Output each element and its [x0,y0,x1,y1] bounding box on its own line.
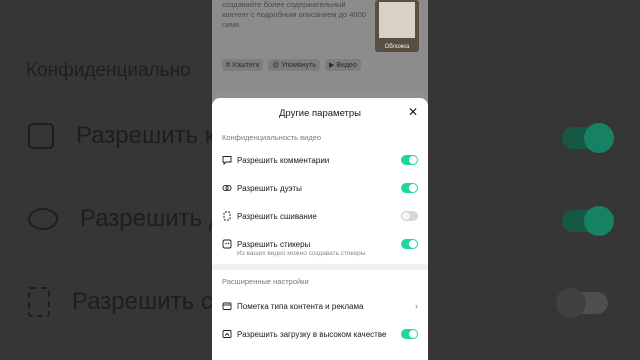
advanced-section-title: Расширенные настройки [222,276,309,286]
video-chip[interactable]: ▶ Видео [325,59,361,71]
content-disclosure-row[interactable]: Пометка типа контента и реклама › [212,292,428,320]
close-icon[interactable]: ✕ [407,106,419,118]
row-label: Разрешить сшивание [237,211,317,221]
play-icon: ▶ [329,62,335,69]
privacy-section-title: Конфиденциальность видео [222,132,322,142]
hd-download-toggle[interactable] [401,329,418,339]
stitch-icon [222,211,232,221]
row-label: Пометка типа контента и реклама [237,301,364,311]
cover-label: Обложка [384,44,410,50]
chip-bar: # Хэштеги @ Упомянуть ▶ Видео [222,59,361,71]
screen: Конфиденциально Разрешить ко Разрешить д… [0,0,640,360]
chip-label: Упомянуть [281,61,316,69]
cover-thumbnail[interactable]: Обложка [375,0,419,52]
allow-duets-toggle[interactable] [401,183,418,193]
sticker-icon [222,239,232,249]
chip-label: Хэштеги [231,61,260,69]
phone-screen: создавайте более содержательный контент … [212,0,428,360]
hd-download-row[interactable]: Разрешить загрузку в высоком качестве [212,320,428,348]
hashtags-chip[interactable]: # Хэштеги [222,59,264,71]
chip-label: Видео [336,61,357,69]
allow-stitch-row[interactable]: Разрешить сшивание [212,202,428,230]
row-label: Разрешить дуэты [237,183,302,193]
description-text[interactable]: создавайте более содержательный контент … [222,0,372,30]
row-label: Разрешить загрузку в высоком качестве [237,329,387,339]
chevron-right-icon: › [415,301,418,311]
hash-icon: # [226,61,230,69]
allow-comments-row[interactable]: Разрешить комментарии [212,146,428,174]
sheet-title: Другие параметры [278,107,361,119]
post-editor: создавайте более содержательный контент … [212,0,428,92]
allow-comments-toggle[interactable] [401,155,418,165]
row-label: Разрешить стикеры [237,239,311,249]
cover-image [379,2,415,38]
at-icon: @ [272,61,280,69]
comment-icon [222,155,232,165]
mention-chip[interactable]: @ Упомянуть [268,59,320,71]
row-label: Разрешить комментарии [237,155,330,165]
allow-stitch-toggle[interactable] [401,211,418,221]
more-options-sheet: Другие параметры ✕ Конфиденциальность ви… [212,98,428,360]
allow-stickers-row[interactable]: Разрешить стикеры [212,230,428,258]
allow-stickers-toggle[interactable] [401,239,418,249]
hd-icon [222,329,232,339]
sheet-header: Другие параметры ✕ [212,98,428,128]
tag-icon [222,301,232,311]
duet-icon [222,183,232,193]
allow-duets-row[interactable]: Разрешить дуэты [212,174,428,202]
